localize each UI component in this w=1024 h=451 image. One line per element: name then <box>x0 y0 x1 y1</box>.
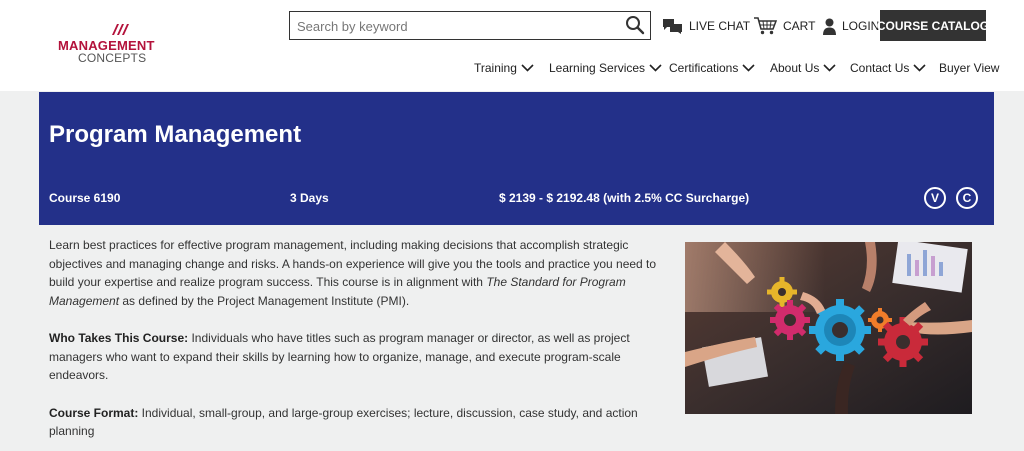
nav-item-about-us[interactable]: About Us <box>770 60 836 76</box>
chevron-down-icon <box>521 64 534 72</box>
nav-item-learning-services[interactable]: Learning Services <box>549 60 662 76</box>
nav-item-label: Buyer View <box>939 61 1000 75</box>
nav-item-label: About Us <box>770 61 820 75</box>
management-concepts-logo[interactable]: MANAGEMENT CONCEPTS <box>58 24 170 66</box>
search-box <box>289 11 651 40</box>
nav-item-label: Contact Us <box>850 61 910 75</box>
course-number: Course 6190 <box>49 191 121 205</box>
nav-item-label: Certifications <box>669 61 739 75</box>
chevron-down-icon <box>823 64 836 72</box>
course-duration: 3 Days <box>290 191 329 205</box>
cart-label: CART <box>783 19 816 33</box>
course-catalog-button[interactable]: COURSE CATALOG <box>877 10 989 41</box>
course-format: Course Format: Individual, small-group, … <box>49 405 638 439</box>
site-header: MANAGEMENT CONCEPTS LIVE CHAT CART <box>0 0 1024 91</box>
course-intro: Learn best practices for effective progr… <box>49 238 657 308</box>
nav-item-label: Training <box>474 61 517 75</box>
cart-icon <box>754 17 777 35</box>
logo-mark-icon <box>112 24 129 35</box>
chevron-down-icon <box>913 64 926 72</box>
login-link[interactable]: LOGIN <box>823 17 879 35</box>
cart-link[interactable]: CART <box>754 17 815 35</box>
classroom-badge-icon[interactable]: C <box>956 187 978 209</box>
who-takes-course: Who Takes This Course: Individuals who h… <box>49 331 630 382</box>
course-price: $ 2139 - $ 2192.48 (with 2.5% CC Surchar… <box>499 191 750 205</box>
course-photo-gears <box>685 242 972 414</box>
login-label: LOGIN <box>842 19 880 33</box>
live-chat-link[interactable]: LIVE CHAT <box>662 17 750 35</box>
live-chat-label: LIVE CHAT <box>689 19 751 33</box>
nav-item-label: Learning Services <box>549 61 646 75</box>
search-icon[interactable] <box>625 15 645 35</box>
course-banner: Program Management Course 6190 3 Days $ … <box>39 92 994 225</box>
who-takes-label: Who Takes This Course: <box>49 331 189 345</box>
search-input[interactable] <box>297 16 617 36</box>
user-icon <box>823 18 836 35</box>
nav-item-training[interactable]: Training <box>474 60 534 76</box>
virtual-badge-icon[interactable]: V <box>924 187 946 209</box>
logo-text-line2: CONCEPTS <box>78 51 147 65</box>
chat-bubbles-icon <box>663 19 682 34</box>
page-title: Program Management <box>49 121 302 148</box>
course-description: Learn best practices for effective progr… <box>49 236 669 451</box>
chevron-down-icon <box>742 64 755 72</box>
course-format-label: Course Format: <box>49 405 139 420</box>
nav-item-certifications[interactable]: Certifications <box>669 60 755 76</box>
nav-item-buyer-view[interactable]: Buyer View <box>939 60 999 76</box>
chevron-down-icon <box>649 64 662 72</box>
nav-item-contact-us[interactable]: Contact Us <box>850 60 926 76</box>
